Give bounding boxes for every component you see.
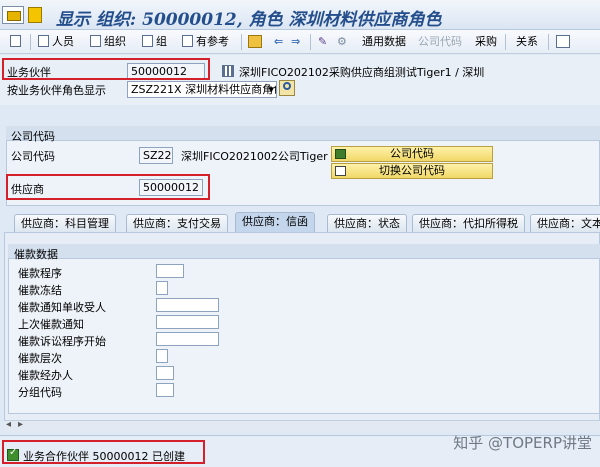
- bp-description: 深圳FICO202102采购供应商组测试Tiger1 / 深圳: [239, 66, 485, 79]
- toolbar-org-button[interactable]: 组织: [90, 34, 126, 50]
- role-label: 按业务伙伴角色显示: [7, 84, 106, 97]
- horizontal-scrollbar[interactable]: ◂ ▸: [4, 419, 600, 432]
- company-code-button[interactable]: 公司代码: [418, 34, 462, 50]
- dunning-procedure-label: 催款程序: [18, 267, 62, 280]
- dunning-section-title: 催款数据: [14, 248, 58, 261]
- vendor-label: 供应商: [11, 183, 44, 196]
- scroll-left-icon[interactable]: ◂: [6, 419, 11, 430]
- dunning-panel: [8, 244, 600, 414]
- document-icon: [90, 35, 101, 47]
- company-code-icon: [335, 149, 346, 159]
- company-code-button-yellow[interactable]: 公司代码: [331, 146, 493, 162]
- watermark: 知乎 @TOPERP讲堂: [453, 434, 592, 452]
- switch-company-code-button[interactable]: 切换公司代码: [331, 163, 493, 179]
- highlight-box: [2, 58, 210, 80]
- search-icon[interactable]: [279, 80, 295, 96]
- toolbar-reference-button[interactable]: 有参考: [182, 34, 229, 50]
- display-toggle-button[interactable]: [10, 34, 24, 50]
- chevron-down-icon: ▾: [268, 83, 274, 96]
- tab-status[interactable]: 供应商：状态: [327, 214, 407, 232]
- back-arrow-icon[interactable]: ⇐: [274, 34, 283, 50]
- settings-icon[interactable]: ⚙: [337, 34, 347, 50]
- forward-arrow-icon[interactable]: ⇒: [291, 34, 300, 50]
- document-icon: [38, 35, 49, 47]
- relationships-button[interactable]: 关系: [516, 34, 538, 50]
- success-check-icon: [7, 447, 19, 461]
- open-folder-icon[interactable]: [248, 35, 262, 48]
- dunning-recipient-field[interactable]: [156, 298, 219, 312]
- edit-icon[interactable]: ✎: [318, 34, 327, 50]
- tab-withholding-tax[interactable]: 供应商：代扣所得税: [412, 214, 525, 232]
- transaction-icon: [28, 7, 42, 23]
- window-title: 显示 组织: 50000012, 角色 深圳材料供应商角色: [56, 10, 442, 30]
- scroll-right-icon[interactable]: ▸: [18, 419, 23, 430]
- cc-description: 深圳FICO2021002公司Tiger: [181, 150, 328, 163]
- purchasing-button[interactable]: 采购: [475, 34, 497, 50]
- status-message: 业务合作伙伴 50000012 已创建: [23, 450, 185, 463]
- role-value: ZSZ221X 深圳材料供应商角色: [131, 83, 277, 96]
- legal-dunning-field[interactable]: [156, 332, 219, 346]
- app-toolbar: 人员 组织 组 有参考 ⇐ ⇒ ✎ ⚙ 通用数据 公司代码 采购 关系: [0, 30, 600, 54]
- role-select[interactable]: ZSZ221X 深圳材料供应商角色 ▾: [127, 81, 277, 98]
- legal-dunning-label: 催款诉讼程序开始: [18, 335, 106, 348]
- grouping-key-field[interactable]: [156, 383, 174, 397]
- document-icon: [182, 35, 193, 47]
- tab-text[interactable]: 供应商：文本: [530, 214, 600, 232]
- last-dunning-field[interactable]: [156, 315, 219, 329]
- general-data-button[interactable]: 通用数据: [362, 34, 406, 50]
- tab-account-management[interactable]: 供应商：科目管理: [14, 214, 116, 232]
- dunning-header: [8, 244, 600, 259]
- dunning-level-field[interactable]: [156, 349, 168, 363]
- section-title: 公司代码: [11, 130, 55, 143]
- menu-icon[interactable]: [2, 6, 24, 24]
- vendor-field[interactable]: 50000012: [139, 179, 203, 196]
- section-header: [6, 126, 600, 141]
- dunning-level-label: 催款层次: [18, 352, 62, 365]
- tab-payment-transactions[interactable]: 供应商：支付交易: [126, 214, 228, 232]
- building-icon: [222, 65, 234, 77]
- dunning-clerk-field[interactable]: [156, 366, 174, 380]
- dunning-block-label: 催款冻结: [18, 284, 62, 297]
- switch-icon: [335, 166, 346, 176]
- grouping-key-label: 分组代码: [18, 386, 62, 399]
- last-dunning-label: 上次催款通知: [18, 318, 84, 331]
- dunning-clerk-label: 催款经办人: [18, 369, 73, 382]
- dunning-recipient-label: 催款通知单收受人: [18, 301, 106, 314]
- cc-label: 公司代码: [11, 150, 55, 163]
- dunning-procedure-field[interactable]: [156, 264, 184, 278]
- toolbar-person-button[interactable]: 人员: [38, 34, 74, 50]
- print-icon[interactable]: [556, 35, 570, 48]
- document-icon: [142, 35, 153, 47]
- toolbar-group-button[interactable]: 组: [142, 34, 167, 50]
- title-bar: 显示 组织: 50000012, 角色 深圳材料供应商角色: [0, 0, 600, 30]
- tab-strip: 供应商：科目管理 供应商：支付交易 供应商：信函 供应商：状态 供应商：代扣所得…: [4, 212, 600, 232]
- dunning-block-field[interactable]: [156, 281, 168, 295]
- tab-correspondence[interactable]: 供应商：信函: [235, 212, 315, 232]
- cc-field[interactable]: SZ22: [139, 147, 173, 164]
- display-icon: [10, 35, 21, 47]
